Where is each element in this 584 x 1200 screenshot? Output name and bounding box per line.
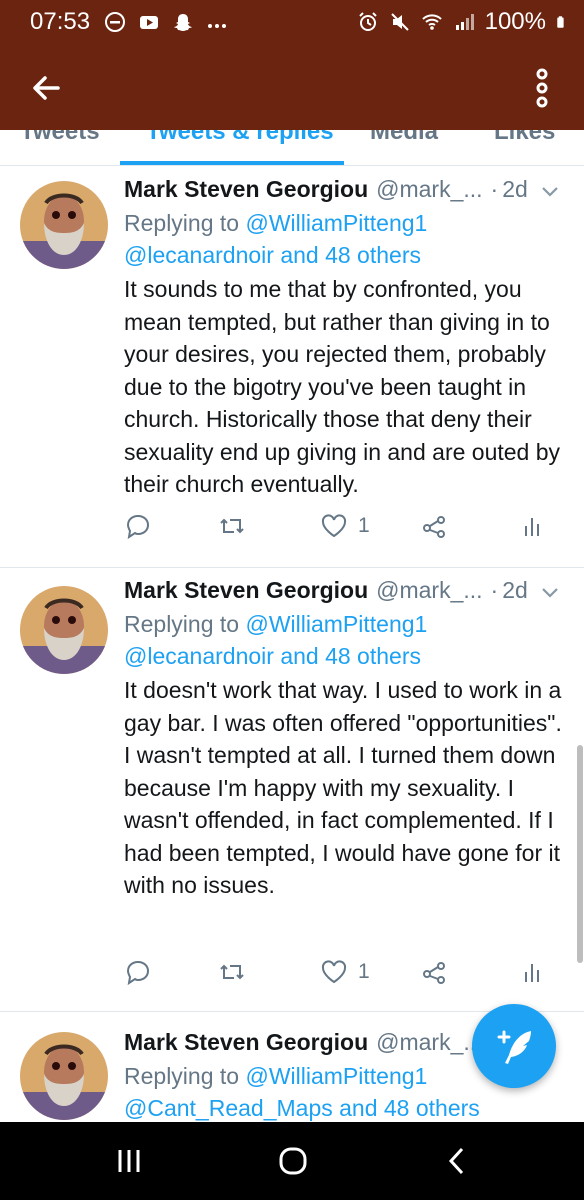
retweet-button[interactable]: [218, 512, 246, 540]
analytics-button[interactable]: [520, 958, 548, 986]
analytics-icon: [525, 518, 539, 536]
author-name[interactable]: Mark Steven Georgiou: [124, 1029, 368, 1056]
mute-icon: [390, 13, 409, 31]
tweet-actions: 1: [124, 512, 554, 552]
reply-button[interactable]: [124, 958, 152, 986]
reply-others-link[interactable]: @lecanardnoir and 48 others: [124, 643, 421, 669]
share-icon: [423, 516, 445, 538]
retweet-icon: [220, 964, 244, 980]
author-handle: @mark_...: [376, 175, 483, 202]
wifi-icon: [421, 14, 442, 30]
reply-mention-link[interactable]: @WilliamPitteng1: [245, 210, 427, 236]
separator-dot: ·: [490, 576, 499, 603]
recent-apps-icon[interactable]: [112, 1144, 146, 1178]
system-nav-bar: [0, 1122, 584, 1200]
youtube-icon: [140, 16, 159, 29]
tab-indicator: [120, 161, 344, 165]
reply-icon: [126, 960, 150, 986]
compose-tweet-icon: [497, 1030, 531, 1064]
replying-to: Replying to @WilliamPitteng1 @lecanardno…: [124, 207, 562, 271]
share-icon: [423, 962, 445, 984]
profile-tabs: Tweets Tweets & replies Media Likes: [0, 130, 584, 166]
tweet-time: 2d: [502, 576, 528, 603]
like-icon: [321, 960, 347, 984]
replying-prefix: Replying to: [124, 611, 240, 637]
share-button[interactable]: [420, 512, 448, 540]
like-button[interactable]: 1: [320, 512, 370, 540]
analytics-icon: [525, 964, 539, 982]
author-name[interactable]: Mark Steven Georgiou: [124, 176, 368, 203]
tweet[interactable]: Mark Steven Georgiou @mark_... · 2d Repl…: [0, 567, 584, 1009]
like-button[interactable]: 1: [320, 958, 370, 986]
scrollbar-thumb[interactable]: [577, 745, 583, 963]
tab-likes[interactable]: Likes: [494, 130, 555, 146]
chevron-down-icon[interactable]: [538, 179, 562, 203]
battery-icon: [557, 16, 564, 28]
author-handle: @mark_...: [376, 1028, 483, 1055]
arrow-left-icon[interactable]: [24, 66, 68, 110]
compose-tweet-button[interactable]: [472, 1004, 556, 1088]
retweet-icon: [220, 518, 244, 534]
like-count: 1: [358, 514, 370, 537]
analytics-button[interactable]: [520, 512, 548, 540]
chevron-down-icon[interactable]: [538, 580, 562, 604]
like-count: 1: [358, 960, 370, 983]
share-button[interactable]: [420, 958, 448, 986]
battery-percent: 100%: [484, 8, 546, 35]
home-icon[interactable]: [276, 1144, 310, 1178]
back-icon[interactable]: [442, 1144, 472, 1178]
vertical-dots-icon[interactable]: [522, 66, 562, 110]
author-name[interactable]: Mark Steven Georgiou: [124, 577, 368, 604]
signal-icon: [455, 14, 474, 30]
reply-others-link[interactable]: @Cant_Read_Maps and 48 others: [124, 1095, 480, 1121]
author-handle: @mark_...: [376, 576, 483, 603]
like-icon: [321, 514, 347, 538]
reply-mention-link[interactable]: @WilliamPitteng1: [245, 611, 427, 637]
retweet-button[interactable]: [218, 958, 246, 986]
reply-mention-link[interactable]: @WilliamPitteng1: [245, 1063, 427, 1089]
reply-icon: [126, 514, 150, 540]
replying-prefix: Replying to: [124, 210, 240, 236]
avatar[interactable]: [20, 1032, 108, 1120]
avatar[interactable]: [20, 586, 108, 674]
reply-others-link[interactable]: @lecanardnoir and 48 others: [124, 242, 421, 268]
snapchat-icon: [174, 14, 193, 31]
clock: 07:53: [30, 8, 91, 35]
app-bar: [0, 44, 584, 130]
alarm-icon: [358, 12, 377, 31]
replying-prefix: Replying to: [124, 1063, 240, 1089]
separator-dot: ·: [490, 175, 499, 202]
tab-media[interactable]: Media: [370, 130, 438, 146]
more-dots-icon: [208, 24, 227, 28]
tweet-text: It sounds to me that by confronted, you …: [124, 276, 561, 497]
reply-button[interactable]: [124, 512, 152, 540]
tab-tweets[interactable]: Tweets: [20, 130, 100, 146]
avatar[interactable]: [20, 181, 108, 269]
status-bar: 07:53 100%: [0, 0, 584, 44]
tweet[interactable]: Mark Steven Georgiou @mark_... · 2d Repl…: [0, 167, 584, 565]
do-not-disturb-icon: [105, 12, 126, 32]
replying-to: Replying to @WilliamPitteng1 @lecanardno…: [124, 608, 562, 672]
tweet-text: It doesn't work that way. I used to work…: [124, 677, 562, 898]
tab-tweets-replies[interactable]: Tweets & replies: [146, 130, 334, 146]
tweet-actions: 1: [124, 958, 554, 998]
tweet-time: 2d: [502, 175, 528, 202]
